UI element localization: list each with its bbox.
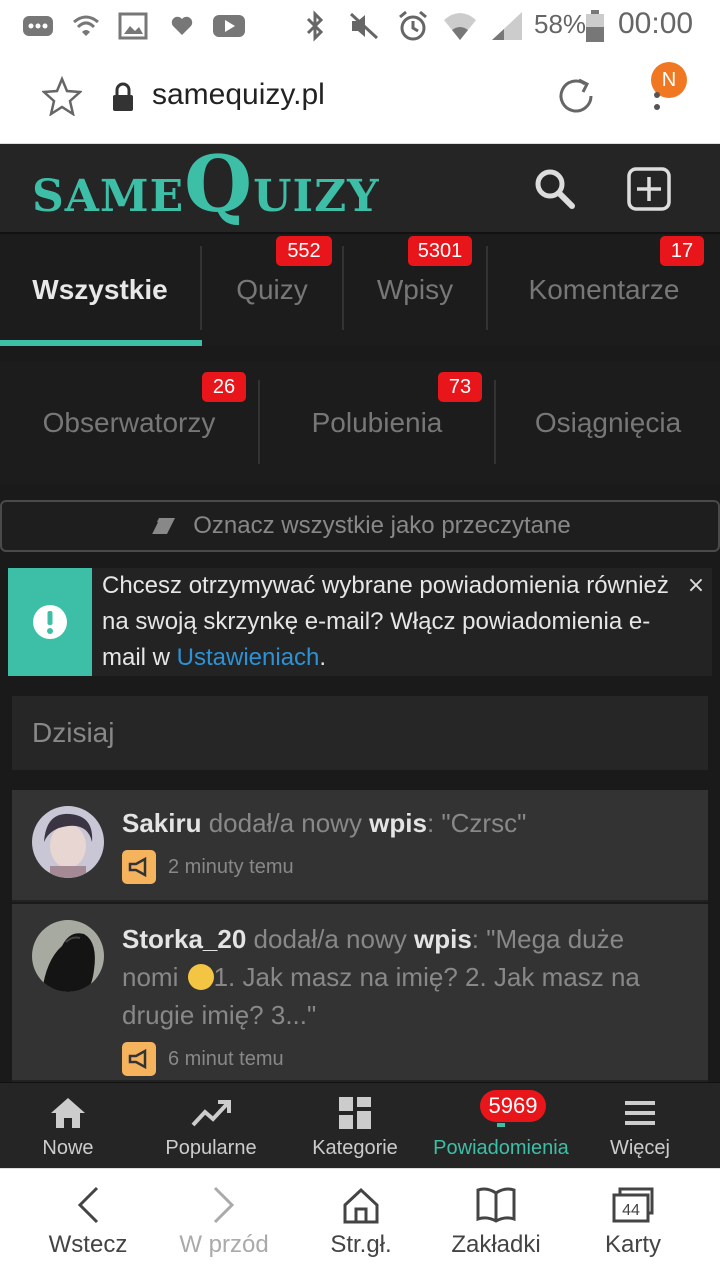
alarm-icon	[396, 10, 430, 42]
notification-action: dodał/a nowy	[201, 808, 370, 838]
notification-type: wpis	[413, 924, 472, 954]
site-logo[interactable]: SAMEQUIZY	[32, 146, 380, 224]
logo-same: SAME	[32, 171, 185, 222]
messages-icon	[22, 10, 54, 42]
nav-new-label: Nowe	[42, 1137, 94, 1159]
browser-forward-button[interactable]: W przód	[170, 1169, 278, 1280]
laughing-emoji-icon	[187, 964, 214, 990]
bookmark-star-icon[interactable]	[42, 76, 82, 116]
notification-time: 2 minuty temu	[168, 855, 294, 878]
signal-icon	[490, 10, 524, 42]
home-label: Str.gł.	[330, 1231, 392, 1258]
site-bottom-nav: Nowe Popularne Kategorie Powiadomienia W…	[0, 1082, 720, 1168]
browser-bookmarks-button[interactable]: Zakładki	[440, 1169, 552, 1280]
info-period: .	[319, 644, 327, 671]
followers-count-badge: 26	[202, 372, 246, 402]
back-label: Wstecz	[48, 1231, 128, 1258]
close-icon[interactable]: ×	[684, 574, 708, 598]
clock: 00:00	[618, 7, 694, 40]
forward-label: W przód	[179, 1231, 269, 1258]
active-tab-indicator	[0, 340, 202, 346]
bluetooth-icon	[304, 10, 326, 42]
tab-all[interactable]: Wszystkie	[0, 234, 200, 346]
notification-item[interactable]: Sakiru dodał/a nowy wpis: "Czrsc" 2 minu…	[12, 790, 708, 902]
quizzes-count-badge: 552	[276, 236, 332, 266]
avatar[interactable]	[32, 920, 104, 992]
browser-home-button[interactable]: Str.gł.	[318, 1169, 404, 1280]
eraser-icon	[150, 518, 176, 535]
avatar[interactable]	[32, 806, 104, 878]
nav-notifications-label: Powiadomienia	[433, 1137, 569, 1159]
posts-count-badge: 5301	[408, 236, 472, 266]
home-outline-icon	[343, 1187, 379, 1224]
notification-action: dodał/a nowy	[246, 924, 414, 954]
logo-q: Q	[184, 139, 254, 230]
menu-dot[interactable]	[654, 104, 660, 110]
megaphone-icon	[122, 850, 156, 884]
notification-user[interactable]: Sakiru	[122, 808, 202, 838]
wifi-calling-icon	[72, 10, 100, 42]
home-icon	[51, 1098, 85, 1128]
notification-meta: 2 minuty temu	[122, 850, 294, 884]
tabs-count: 44	[622, 1202, 640, 1219]
battery-percent: 58%	[534, 9, 587, 39]
tab-achievements[interactable]: Osiągnięcia	[496, 362, 720, 484]
menu-dot[interactable]	[654, 92, 660, 98]
bookmarks-label: Zakładki	[451, 1231, 541, 1258]
notification-meta: 6 minut temu	[122, 1042, 284, 1076]
tabs-icon: 44	[612, 1187, 654, 1223]
nav-new[interactable]: Nowe	[20, 1083, 116, 1169]
email-notification-info: Chcesz otrzymywać wybrane powiadomienia …	[8, 568, 712, 676]
nav-categories[interactable]: Kategorie	[296, 1083, 414, 1169]
status-bar: 58% 00:00	[0, 0, 720, 52]
grid-icon	[339, 1097, 371, 1129]
browser-tabs-button[interactable]: 44 Karty	[596, 1169, 670, 1280]
notification-tabs: Wszystkie Quizy Wpisy Komentarze	[0, 232, 720, 346]
wifi-icon	[442, 10, 478, 42]
megaphone-icon	[122, 1042, 156, 1076]
lock-icon	[113, 82, 133, 111]
nav-popular-label: Popularne	[165, 1137, 257, 1159]
search-icon[interactable]	[532, 166, 576, 210]
date-group-header: Dzisiaj	[12, 696, 708, 770]
alert-icon	[8, 568, 92, 676]
trending-icon	[191, 1100, 231, 1127]
nav-popular[interactable]: Popularne	[150, 1083, 272, 1169]
notification-type: wpis	[369, 808, 427, 838]
logo-uizy: UIZY	[253, 171, 380, 222]
likes-count-badge: 73	[438, 372, 482, 402]
browser-url-bar: samequizy.pl N	[0, 52, 720, 144]
comments-count-badge: 17	[660, 236, 704, 266]
nav-more-label: Więcej	[609, 1137, 670, 1159]
notification-time: 6 minut temu	[168, 1047, 284, 1070]
heart-icon	[170, 10, 194, 42]
browser-back-button[interactable]: Wstecz	[40, 1169, 136, 1280]
notification-text: Sakiru dodał/a nowy wpis: "Czrsc"	[122, 804, 682, 842]
mute-icon	[348, 10, 380, 42]
back-icon	[77, 1186, 99, 1224]
forward-icon	[213, 1186, 235, 1224]
nav-more[interactable]: Więcej	[598, 1083, 682, 1169]
tabs-label: Karty	[604, 1231, 661, 1258]
battery-icon	[584, 10, 606, 42]
nav-categories-label: Kategorie	[312, 1137, 398, 1159]
book-icon	[476, 1187, 516, 1223]
mark-all-read-label: Oznacz wszystkie jako przeczytane	[193, 512, 571, 539]
youtube-icon	[212, 10, 246, 42]
notification-tabs-row2: Obserwatorzy Polubienia Osiągnięcia	[0, 362, 720, 484]
info-message: Chcesz otrzymywać wybrane powiadomienia …	[102, 568, 682, 676]
mark-all-read-button[interactable]: Oznacz wszystkie jako przeczytane	[0, 500, 720, 552]
url-text[interactable]: samequizy.pl	[152, 78, 325, 112]
notification-text: Storka_20 dodał/a nowy wpis: "Mega duże …	[122, 920, 682, 1034]
notification-item[interactable]: Storka_20 dodał/a nowy wpis: "Mega duże …	[12, 904, 708, 1082]
reload-icon[interactable]	[555, 76, 597, 118]
notification-user[interactable]: Storka_20	[122, 924, 246, 954]
settings-link[interactable]: Ustawieniach	[177, 644, 320, 671]
gallery-icon	[118, 10, 148, 42]
browser-bottom-bar: Wstecz W przód Str.gł. Zakładki 44 Karty	[0, 1168, 720, 1280]
notification-content: : "Czrsc"	[426, 808, 527, 838]
menu-icon	[625, 1101, 655, 1125]
add-icon[interactable]	[626, 166, 672, 212]
notifications-count-badge: 5969	[480, 1090, 546, 1122]
